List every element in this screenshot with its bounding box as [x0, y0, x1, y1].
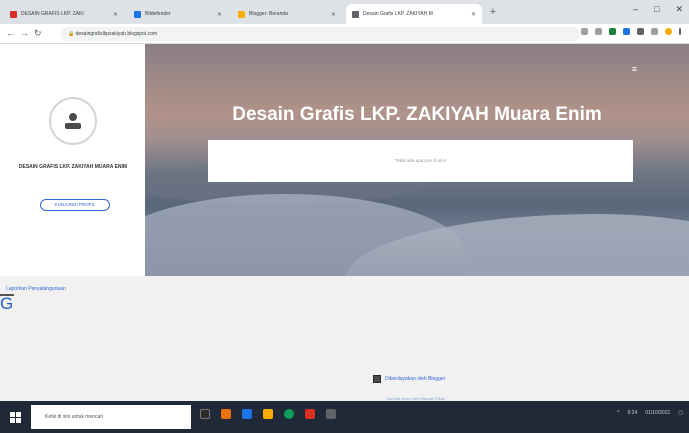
tab-1[interactable]: DESAIN GRAFIS LKP. ZAKI ✕ [4, 4, 124, 24]
app-icon[interactable] [221, 409, 231, 419]
forward-button[interactable]: → [20, 28, 29, 38]
close-icon[interactable]: ✕ [217, 11, 222, 18]
tab-4-active[interactable]: Desain Grafis LKP. ZAKIYAH M ✕ [346, 4, 482, 24]
user-icon [65, 113, 81, 129]
clock-date[interactable]: 01/10/2021 [645, 410, 670, 416]
empty-posts-message: Tidak ada apa pun di sini! [208, 140, 633, 182]
new-tab-button[interactable]: + [486, 5, 500, 19]
page-title[interactable]: Desain Grafis LKP. ZAKIYAH Muara Enim [145, 104, 689, 126]
blogger-icon [373, 375, 381, 383]
close-window-button[interactable]: ✕ [675, 4, 683, 15]
puzzle-icon[interactable] [651, 28, 658, 35]
tab-label: Desain Grafis LKP. ZAKIYAH M [363, 11, 433, 17]
zoom-icon[interactable] [581, 28, 588, 35]
tray-chevron-icon[interactable]: ^ [617, 410, 619, 416]
back-button[interactable]: ← [6, 28, 15, 38]
visit-profile-button[interactable]: KUNJUNGI PROFIL [40, 199, 110, 211]
file-explorer-icon[interactable] [263, 409, 273, 419]
browser-tab-strip: DESAIN GRAFIS LKP. ZAKI ✕ Bitdefender ✕ … [0, 0, 689, 24]
window-controls: – □ ✕ [633, 4, 683, 15]
lock-icon: 🔒 [68, 31, 76, 37]
minimize-button[interactable]: – [633, 4, 638, 15]
task-view-icon[interactable] [200, 409, 210, 419]
kebab-menu-icon[interactable] [679, 28, 681, 35]
profile-avatar[interactable] [665, 28, 672, 35]
web-page: DESAIN GRAFIS LKP. ZAKIYAH MUARA ENIM KU… [0, 44, 689, 401]
tab-2[interactable]: Bitdefender ✕ [128, 4, 228, 24]
maximize-button[interactable]: □ [654, 4, 659, 15]
close-icon[interactable]: ✕ [113, 11, 118, 18]
youtube-favicon-icon [10, 10, 17, 18]
clock-time[interactable]: 9:24 [628, 410, 638, 416]
windows-taskbar: Ketik di sini untuk mencari ^ 9:24 01/10… [0, 401, 689, 433]
reload-button[interactable]: ↻ [34, 28, 42, 39]
tab-3[interactable]: Blogger: Beranda ✕ [232, 4, 342, 24]
extension-icon[interactable] [609, 28, 616, 35]
system-tray: ^ 9:24 01/10/2021 ▢ [617, 410, 683, 416]
taskbar-pinned-apps [200, 409, 336, 419]
header-banner: ≡ Desain Grafis LKP. ZAKIYAH Muara Enim … [145, 44, 689, 276]
address-bar[interactable]: 🔒 desaingrafislkpzakiyah.blogspot.com [60, 27, 580, 41]
overlay-letter: G [0, 294, 14, 313]
profile-sidebar: DESAIN GRAFIS LKP. ZAKIYAH MUARA ENIM KU… [0, 44, 145, 276]
blogger-favicon-icon [238, 10, 245, 18]
app-icon[interactable] [305, 409, 315, 419]
taskbar-search-input[interactable]: Ketik di sini untuk mencari [31, 405, 191, 429]
site-favicon-icon [352, 10, 359, 18]
close-icon[interactable]: ✕ [471, 11, 476, 18]
tab-label: Blogger: Beranda [249, 11, 288, 17]
extensions-bar [581, 28, 681, 35]
app-icon[interactable] [326, 409, 336, 419]
extension-icon[interactable] [637, 28, 644, 35]
powered-by-text: Diberdayakan oleh Blogger [385, 376, 446, 382]
app-icon[interactable] [242, 409, 252, 419]
notification-icon[interactable]: ▢ [678, 410, 683, 416]
tab-label: DESAIN GRAFIS LKP. ZAKI [21, 11, 84, 17]
menu-icon[interactable]: ≡ [632, 64, 637, 74]
url-text: desaingrafislkpzakiyah.blogspot.com [75, 31, 158, 37]
browser-toolbar: ← → ↻ 🔒 desaingrafislkpzakiyah.blogspot.… [0, 24, 689, 44]
report-abuse-link[interactable]: Laporkan Penyalahgunaan [6, 286, 66, 292]
avatar[interactable] [49, 97, 97, 145]
close-icon[interactable]: ✕ [331, 11, 336, 18]
powered-by-link[interactable]: Diberdayakan oleh Blogger [373, 375, 445, 383]
extension-icon[interactable] [623, 28, 630, 35]
blog-name: DESAIN GRAFIS LKP. ZAKIYAH MUARA ENIM [18, 164, 128, 170]
star-icon[interactable] [595, 28, 602, 35]
windows-start-icon[interactable] [10, 412, 21, 423]
site-favicon-icon [134, 10, 141, 18]
chrome-icon[interactable] [284, 409, 294, 419]
tab-label: Bitdefender [145, 11, 171, 17]
